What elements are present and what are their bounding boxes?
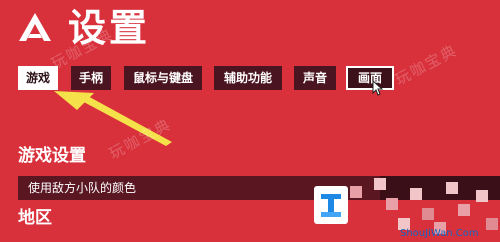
settings-screen: 设置 游戏 手柄 鼠标与键盘 辅助功能 声音 画面 游戏设置 使用敌方小队的颜色… — [0, 0, 500, 242]
watermark-logo — [314, 186, 348, 224]
watermark-logo-icon — [321, 194, 341, 217]
setting-label: 使用敌方小队的颜色 — [28, 181, 137, 195]
tab-graphics[interactable]: 画面 — [346, 66, 394, 90]
tab-accessibility[interactable]: 辅助功能 — [214, 66, 282, 90]
watermark-site-text: ShouJiWan.Com — [400, 228, 479, 239]
section-heading-game-settings: 游戏设置 — [18, 146, 86, 166]
tab-mouse-keyboard[interactable]: 鼠标与键盘 — [124, 66, 202, 90]
tab-game[interactable]: 游戏 — [18, 66, 58, 90]
watermark-text: 玩咖宝典 — [391, 41, 461, 89]
section-heading-region: 地区 — [18, 208, 52, 228]
tab-sound[interactable]: 声音 — [294, 66, 336, 90]
watermark-text: 玩咖宝典 — [105, 115, 175, 163]
tab-controller[interactable]: 手柄 — [71, 66, 111, 90]
triangle-logo-icon — [19, 13, 51, 41]
mouse-cursor-icon — [372, 80, 384, 96]
